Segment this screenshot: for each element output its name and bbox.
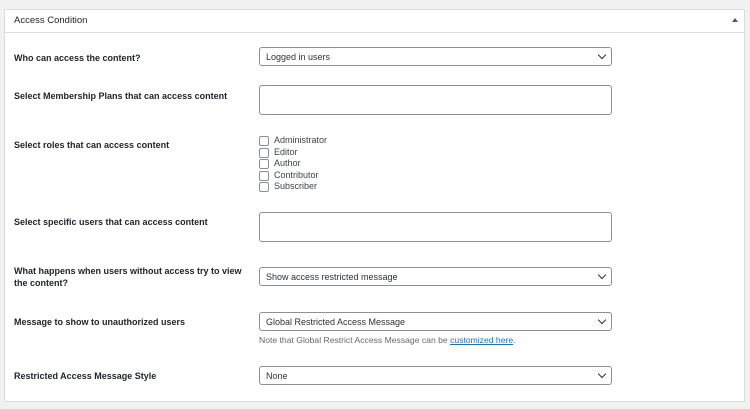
customize-note: Note that Global Restrict Access Message… bbox=[259, 335, 516, 345]
no-access-behavior-label: What happens when users without access t… bbox=[14, 266, 242, 288]
panel-title: Access Condition bbox=[14, 15, 88, 26]
chevron-down-icon bbox=[597, 369, 607, 379]
role-checkbox[interactable] bbox=[259, 159, 269, 170]
specific-users-label: Select specific users that can access co… bbox=[14, 217, 208, 227]
role-checkbox[interactable] bbox=[259, 136, 269, 146]
unauthorized-message-value: Global Restricted Access Message bbox=[266, 317, 406, 327]
customized-here-link[interactable]: customized here bbox=[450, 335, 513, 345]
who-can-access-label: Who can access the content? bbox=[14, 53, 141, 63]
no-access-behavior-select[interactable]: Show access restricted message bbox=[259, 267, 612, 286]
message-style-label: Restricted Access Message Style bbox=[14, 371, 157, 381]
role-label: Editor bbox=[274, 146, 298, 157]
unauthorized-message-label: Message to show to unauthorized users bbox=[14, 317, 186, 327]
role-label: Administrator bbox=[274, 135, 328, 145]
who-can-access-select[interactable]: Logged in users bbox=[259, 47, 612, 66]
chevron-down-icon bbox=[597, 315, 607, 325]
message-style-value: None bbox=[266, 371, 288, 381]
role-checkbox[interactable] bbox=[259, 182, 269, 193]
unauthorized-message-select[interactable]: Global Restricted Access Message bbox=[259, 312, 612, 331]
role-label: Subscriber bbox=[274, 181, 318, 192]
chevron-down-icon bbox=[597, 270, 607, 280]
membership-plans-input[interactable] bbox=[259, 85, 612, 115]
role-label: Contributor bbox=[274, 169, 319, 180]
role-checkbox[interactable] bbox=[259, 170, 269, 181]
panel-header[interactable]: Access Condition bbox=[5, 10, 744, 33]
message-style-select[interactable]: None bbox=[259, 366, 612, 385]
no-access-behavior-value: Show access restricted message bbox=[266, 272, 398, 282]
role-checkbox[interactable] bbox=[259, 147, 269, 158]
collapse-arrow-icon[interactable] bbox=[732, 18, 738, 22]
who-can-access-value: Logged in users bbox=[266, 52, 331, 62]
chevron-down-icon bbox=[597, 50, 607, 60]
access-condition-panel: Access Condition Who can access the cont… bbox=[4, 9, 745, 402]
customize-note-prefix: Note that Global Restrict Access Message… bbox=[259, 335, 451, 345]
role-label: Author bbox=[274, 158, 301, 169]
customize-note-suffix: . bbox=[513, 335, 516, 345]
roles-label: Select roles that can access content bbox=[14, 140, 170, 150]
specific-users-input[interactable] bbox=[259, 212, 612, 242]
membership-plans-label: Select Membership Plans that can access … bbox=[14, 91, 228, 101]
